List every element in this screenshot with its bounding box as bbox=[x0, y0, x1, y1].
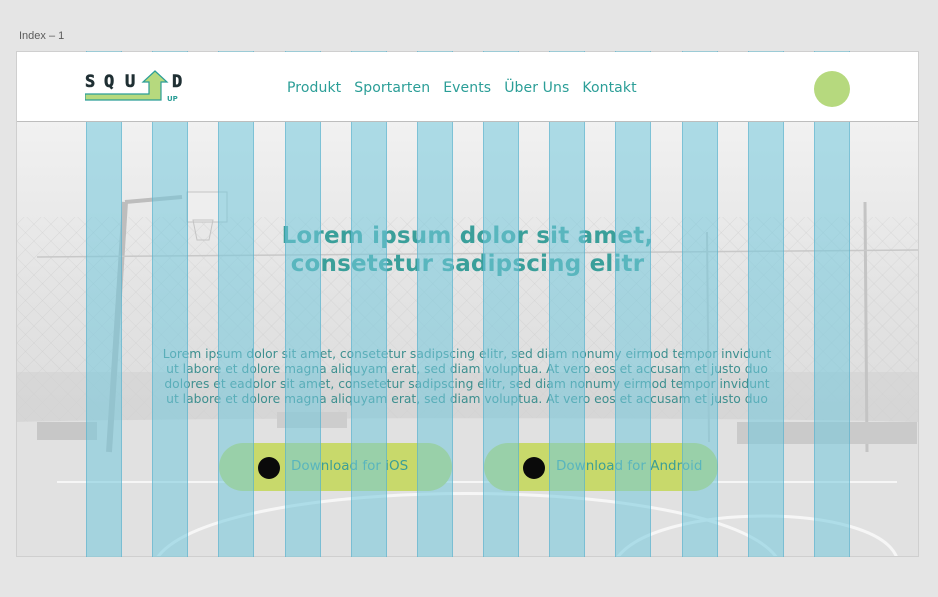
download-ios-button[interactable]: Download for iOS bbox=[219, 443, 452, 491]
hero-headline: Lorem ipsum dolor sit amet, consetetur s… bbox=[17, 222, 918, 278]
svg-text:U: U bbox=[125, 72, 135, 92]
hero-headline-line-2: consetetur sadipscing elitr bbox=[290, 251, 645, 277]
apple-icon bbox=[258, 457, 280, 479]
frame-label: Index – 1 bbox=[19, 30, 65, 42]
hero-body-text: Lorem ipsum dolor sit amet, consetetur s… bbox=[162, 347, 772, 407]
download-ios-label: Download for iOS bbox=[291, 458, 409, 474]
squad-up-logo[interactable]: S Q U D UP bbox=[85, 70, 191, 104]
nav-item-kontakt[interactable]: Kontakt bbox=[582, 80, 636, 96]
svg-text:S: S bbox=[85, 72, 95, 92]
artboard: S Q U D UP Produkt Sportarten Events Übe… bbox=[16, 51, 919, 557]
hero-section: Lorem ipsum dolor sit amet, consetetur s… bbox=[17, 122, 918, 556]
avatar[interactable] bbox=[814, 71, 850, 107]
svg-text:Q: Q bbox=[104, 72, 114, 92]
nav-item-produkt[interactable]: Produkt bbox=[287, 80, 341, 96]
hero-headline-line-1: Lorem ipsum dolor sit amet, bbox=[281, 223, 654, 249]
download-android-button[interactable]: Download for Android bbox=[484, 443, 718, 491]
nav-item-ueber-uns[interactable]: Über Uns bbox=[504, 80, 569, 96]
android-icon bbox=[523, 457, 545, 479]
nav-item-sportarten[interactable]: Sportarten bbox=[354, 80, 430, 96]
basketball-court-background bbox=[17, 191, 918, 556]
main-nav: Produkt Sportarten Events Über Uns Konta… bbox=[287, 80, 637, 96]
svg-text:D: D bbox=[172, 72, 182, 92]
nav-item-events[interactable]: Events bbox=[443, 80, 491, 96]
top-navbar: S Q U D UP Produkt Sportarten Events Übe… bbox=[17, 52, 918, 122]
svg-text:UP: UP bbox=[167, 95, 178, 103]
download-android-label: Download for Android bbox=[556, 458, 703, 474]
